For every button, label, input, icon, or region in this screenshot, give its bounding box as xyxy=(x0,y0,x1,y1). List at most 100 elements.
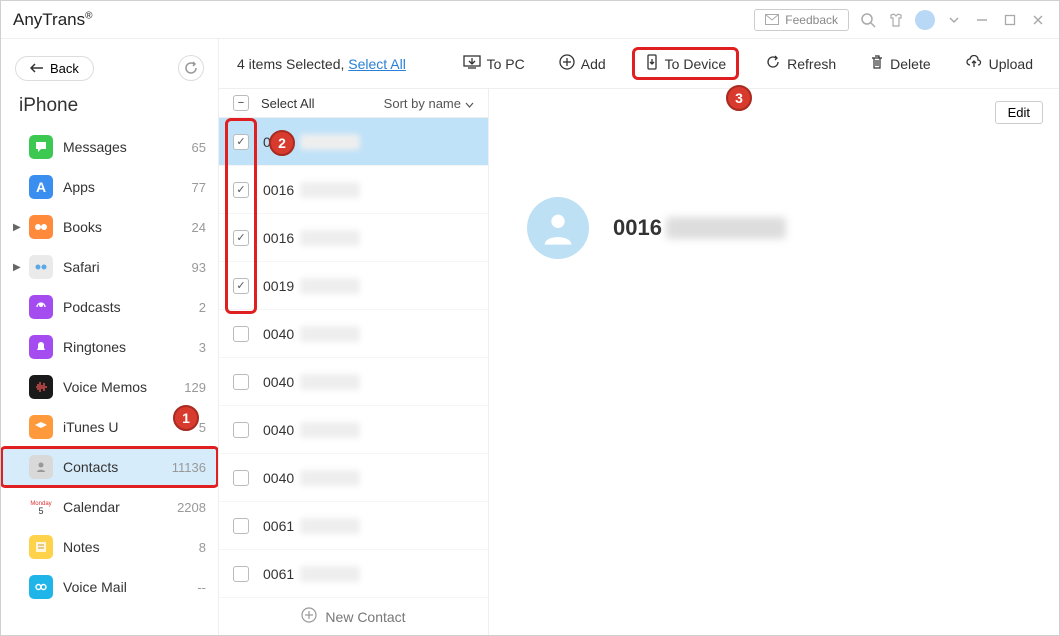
search-icon[interactable] xyxy=(859,11,877,29)
sidebar-item-label: Contacts xyxy=(63,459,172,475)
maximize-icon[interactable] xyxy=(1001,11,1019,29)
contact-name-cell: 0040 xyxy=(263,422,294,438)
chevron-down-icon xyxy=(465,96,474,111)
contact-checkbox[interactable] xyxy=(233,278,249,294)
feedback-label: Feedback xyxy=(785,13,838,27)
sidebar-item-notes[interactable]: Notes8 xyxy=(1,527,218,567)
contact-checkbox[interactable] xyxy=(233,182,249,198)
sidebar-item-count: 2208 xyxy=(177,500,206,515)
sidebar-item-ringtones[interactable]: Ringtones3 xyxy=(1,327,218,367)
add-button[interactable]: Add xyxy=(551,50,614,77)
contact-row[interactable]: 0016 xyxy=(219,118,488,166)
user-avatar[interactable] xyxy=(915,10,935,30)
redacted-text xyxy=(300,230,360,246)
contact-row[interactable]: 0040 xyxy=(219,454,488,502)
arrow-left-icon xyxy=(30,61,44,76)
sidebar-item-label: Books xyxy=(63,219,192,235)
sidebar-item-count: 24 xyxy=(192,220,206,235)
contact-checkbox[interactable] xyxy=(233,470,249,486)
to-pc-button[interactable]: To PC xyxy=(455,51,533,76)
sort-dropdown[interactable]: Sort by name xyxy=(384,96,474,111)
contact-row[interactable]: 0061 xyxy=(219,502,488,550)
new-contact-button[interactable]: New Contact xyxy=(219,598,488,635)
sidebar-item-count: -- xyxy=(197,580,206,595)
select-all-label: Select All xyxy=(261,96,314,111)
cloud-upload-icon xyxy=(965,55,983,72)
contact-name-cell: 0040 xyxy=(263,470,294,486)
contact-row[interactable]: 0061 xyxy=(219,550,488,598)
sidebar-item-count: 129 xyxy=(184,380,206,395)
close-icon[interactable] xyxy=(1029,11,1047,29)
delete-button[interactable]: Delete xyxy=(862,50,938,77)
sidebar-item-count: 77 xyxy=(192,180,206,195)
sidebar-item-count: 5 xyxy=(199,420,206,435)
sidebar-item-count: 3 xyxy=(199,340,206,355)
cal-icon: Monday5 xyxy=(29,495,53,519)
to-pc-icon xyxy=(463,55,481,72)
back-button[interactable]: Back xyxy=(15,56,94,81)
contact-row[interactable]: 0016 xyxy=(219,166,488,214)
sidebar-item-count: 11136 xyxy=(172,460,206,475)
sidebar-item-voice-mail[interactable]: Voice Mail-- xyxy=(1,567,218,607)
sidebar-item-messages[interactable]: Messages65 xyxy=(1,127,218,167)
refresh-button[interactable]: Refresh xyxy=(757,50,844,77)
to-device-button[interactable]: To Device xyxy=(632,47,739,80)
chevron-right-icon: ▶ xyxy=(13,222,25,233)
sidebar-item-label: Voice Memos xyxy=(63,379,184,395)
tshirt-icon[interactable] xyxy=(887,11,905,29)
redacted-text xyxy=(666,217,786,239)
toolbar: 4 items Selected, Select All To PC Add T… xyxy=(219,39,1059,89)
sidebar-item-count: 2 xyxy=(199,300,206,315)
app-title: AnyTrans® xyxy=(13,10,93,30)
sidebar-refresh-button[interactable] xyxy=(178,55,204,81)
edit-button[interactable]: Edit xyxy=(995,101,1043,124)
contact-row[interactable]: 0040 xyxy=(219,406,488,454)
sidebar-item-podcasts[interactable]: Podcasts2 xyxy=(1,287,218,327)
contact-name-cell: 0061 xyxy=(263,566,294,582)
bubble-icon xyxy=(29,135,53,159)
bell-icon xyxy=(29,335,53,359)
cap-icon xyxy=(29,415,53,439)
back-label: Back xyxy=(50,61,79,76)
contact-checkbox[interactable] xyxy=(233,326,249,342)
select-all-link[interactable]: Select All xyxy=(348,56,406,72)
upload-button[interactable]: Upload xyxy=(957,51,1041,76)
sidebar-item-contacts[interactable]: Contacts11136 xyxy=(1,447,218,487)
sidebar-item-safari[interactable]: ▶Safari93 xyxy=(1,247,218,287)
redacted-text xyxy=(300,470,360,486)
sidebar-item-apps[interactable]: AApps77 xyxy=(1,167,218,207)
contact-row[interactable]: 0040 xyxy=(219,358,488,406)
chevron-down-icon[interactable] xyxy=(945,11,963,29)
contact-name-cell: 0016 xyxy=(263,230,294,246)
contact-checkbox[interactable] xyxy=(233,422,249,438)
annotation-badge-3: 3 xyxy=(726,85,752,111)
contact-name-cell: 0040 xyxy=(263,374,294,390)
contact-row[interactable]: 0016 xyxy=(219,214,488,262)
minimize-icon[interactable] xyxy=(973,11,991,29)
contact-checkbox[interactable] xyxy=(233,374,249,390)
contact-row[interactable]: 0019 xyxy=(219,262,488,310)
sidebar: Back iPhone Messages65AApps77▶Books24▶Sa… xyxy=(1,39,219,635)
contact-checkbox[interactable] xyxy=(233,566,249,582)
list-header: − Select All Sort by name xyxy=(219,89,488,118)
sidebar-item-label: Podcasts xyxy=(63,299,199,315)
sidebar-item-calendar[interactable]: Monday5Calendar2208 xyxy=(1,487,218,527)
contact-name-cell: 0040 xyxy=(263,326,294,342)
contacts-icon xyxy=(29,455,53,479)
contact-checkbox[interactable] xyxy=(233,134,249,150)
vmail-icon xyxy=(29,575,53,599)
sidebar-item-count: 93 xyxy=(192,260,206,275)
contact-avatar xyxy=(527,197,589,259)
chevron-right-icon: ▶ xyxy=(13,262,25,273)
sidebar-item-books[interactable]: ▶ Books24 xyxy=(1,207,218,247)
sidebar-item-voice-memos[interactable]: Voice Memos129 xyxy=(1,367,218,407)
contact-row[interactable]: 0040 xyxy=(219,310,488,358)
selection-text: 4 items Selected, Select All xyxy=(237,56,406,72)
contact-checkbox[interactable] xyxy=(233,230,249,246)
select-all-checkbox[interactable]: − xyxy=(233,95,249,111)
titlebar: AnyTrans® Feedback xyxy=(1,1,1059,39)
contact-checkbox[interactable] xyxy=(233,518,249,534)
books-icon xyxy=(29,215,53,239)
feedback-button[interactable]: Feedback xyxy=(754,9,849,31)
sidebar-item-label: Apps xyxy=(63,179,192,195)
